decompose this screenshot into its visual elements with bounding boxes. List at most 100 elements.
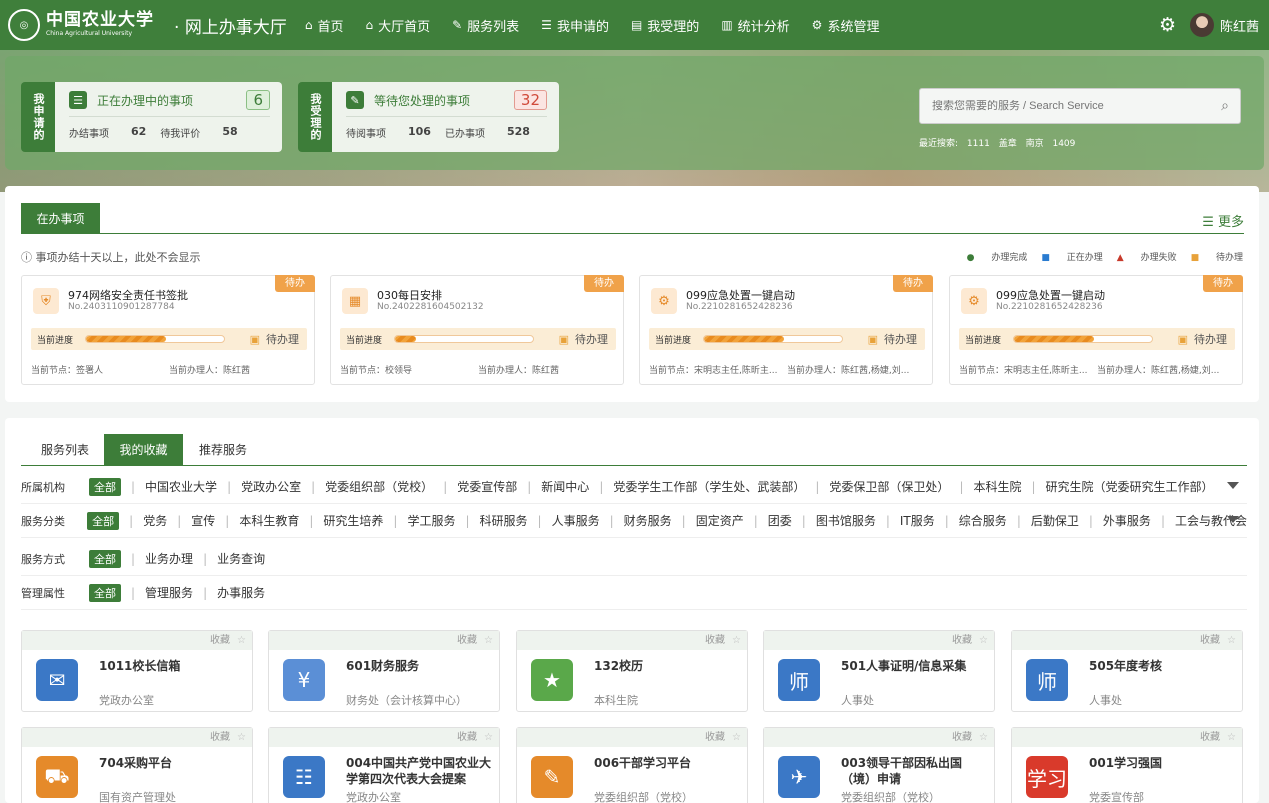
nav-hall-home[interactable]: ⌂ 大厅首页 (365, 16, 430, 35)
filter-option[interactable]: 管理服务 (131, 584, 193, 601)
tab-my-favorites[interactable]: 我的收藏 (104, 434, 183, 465)
recent-search-item[interactable]: 1111 (967, 139, 990, 149)
filter-option[interactable]: 党委学生工作部（学生处、武装部） (599, 478, 805, 495)
filter-option[interactable]: 综合服务 (945, 512, 1007, 529)
filter-option[interactable]: 党委组织部（党校） (311, 478, 433, 495)
service-card[interactable]: 收藏 ✎ 006干部学习平台党委组织部（党校） (516, 727, 748, 803)
task-card[interactable]: 待办 ⛨ 974网络安全责任书签批 No.2403110901287784 当前进度 ▣ 待… (21, 275, 315, 385)
filter-option[interactable]: 党委保卫部（保卫处） (815, 478, 949, 495)
filter-all-chip[interactable]: 全部 (87, 511, 120, 530)
user-name[interactable]: 陈红茜 (1220, 16, 1259, 35)
nav-my-applications[interactable]: ☰ 我申请的 (541, 16, 609, 35)
stat-value[interactable]: 58 (222, 125, 237, 140)
service-card[interactable]: 收藏师 505年度考核人事处 (1011, 630, 1243, 712)
filter-option[interactable]: 后勤保卫 (1017, 512, 1079, 529)
avatar[interactable] (1189, 13, 1214, 37)
recent-label: 最近搜索: (919, 139, 959, 149)
study-icon: ✎ (531, 756, 573, 798)
filter-option[interactable]: 图书馆服务 (802, 512, 876, 529)
recent-search-item[interactable]: 南京 (1026, 139, 1044, 149)
favorite-toggle[interactable]: 收藏 (764, 631, 994, 650)
my-accepted-card[interactable]: 我受理的 ✎ 等待您处理的事项 32 待阅事项 106 已办事项 528 (298, 82, 559, 152)
filter-option[interactable]: 党务 (129, 512, 167, 529)
filter-option[interactable]: 宣传 (177, 512, 215, 529)
progress-label: 当前进度 (965, 335, 1002, 346)
legend-label: 正在办理 (1066, 253, 1103, 263)
stat-label: 办结事项 (69, 129, 109, 140)
favorite-toggle[interactable]: 收藏 (22, 728, 252, 747)
service-card[interactable]: 收藏 ✉ 1011校长信箱党政办公室 (21, 630, 253, 712)
filter-option[interactable]: 业务办理 (131, 550, 193, 567)
filter-option[interactable]: 新闻中心 (527, 478, 589, 495)
expand-arrow-icon[interactable] (1227, 516, 1239, 523)
search-icon[interactable]: ⌕ (1210, 98, 1240, 114)
filter-option[interactable]: 人事服务 (538, 512, 600, 529)
nav-statistics[interactable]: ▥ 统计分析 (721, 16, 789, 35)
current-node: 当前节点：签署人 (31, 366, 104, 376)
filter-option[interactable]: 研究生培养 (309, 512, 383, 529)
service-card[interactable]: 收藏 ☷ 004中国共产党中国农业大学第四次代表大会提案党政办公室 (268, 727, 500, 803)
filter-option[interactable]: 办事服务 (203, 584, 265, 601)
favorite-toggle[interactable]: 收藏 (1012, 728, 1242, 747)
nav-my-accepted[interactable]: ▤ 我受理的 (631, 16, 699, 35)
nav-service-list[interactable]: ✎ 服务列表 (452, 16, 519, 35)
task-card[interactable]: 待办 ▦ 030每日安排 No.2402281604502132 当前进度 ▣ 待办理 当前节… (330, 275, 624, 385)
service-card[interactable]: 收藏 ★ 132校历本科生院 (516, 630, 748, 712)
stat-value[interactable]: 106 (408, 125, 431, 140)
filter-option[interactable]: 业务查询 (203, 550, 265, 567)
university-logo[interactable]: ◎ 中国农业大学 China Agricultural University (8, 0, 154, 50)
tab-service-list[interactable]: 服务列表 (29, 434, 101, 465)
search-input[interactable] (920, 100, 1210, 112)
tab-underline (21, 233, 1244, 234)
filter-option[interactable]: 党政办公室 (227, 478, 301, 495)
service-card[interactable]: 收藏 ✈ 003领导干部因私出国（境）申请党委组织部（党校） (763, 727, 995, 803)
favorite-toggle[interactable]: 收藏 (269, 728, 499, 747)
favorite-toggle[interactable]: 收藏 (517, 728, 747, 747)
task-card[interactable]: 待办 ⚙ 099应急处置一键启动 No.2210281652428236 当前进度 ▣ 待办… (639, 275, 933, 385)
filter-option[interactable]: 外事服务 (1089, 512, 1151, 529)
nav-system-admin[interactable]: ⚙ 系统管理 (812, 16, 880, 35)
tab-in-progress[interactable]: 在办事项 (21, 203, 100, 234)
filter-all-chip[interactable]: 全部 (89, 583, 121, 602)
legend-failed: ▲ 办理失败 (1117, 250, 1177, 263)
filter-option[interactable]: IT服务 (886, 512, 935, 529)
status-label: 待办理 (884, 333, 917, 346)
filter-option[interactable]: 中国农业大学 (131, 478, 217, 495)
filter-option[interactable]: 财务服务 (610, 512, 672, 529)
filter-option[interactable]: 研究生院（党委研究生工作部） (1032, 478, 1214, 495)
filter-all-chip[interactable]: 全部 (89, 549, 121, 568)
filter-option[interactable]: 团委 (754, 512, 792, 529)
favorite-toggle[interactable]: 收藏 (517, 631, 747, 650)
service-card[interactable]: 收藏学习 001学习强国党委宣传部 (1011, 727, 1243, 803)
filter-option[interactable]: 党委宣传部 (443, 478, 517, 495)
settings-gear-icon[interactable]: ⚙ (1159, 14, 1176, 36)
more-label: 更多 (1217, 215, 1244, 230)
favorite-toggle[interactable]: 收藏 (1012, 631, 1242, 650)
more-link[interactable]: ☰ 更多 (1202, 211, 1244, 230)
stat-value[interactable]: 528 (507, 125, 530, 140)
system-title-text: 网上办事大厅 (184, 17, 287, 38)
recent-search-item[interactable]: 1409 (1052, 139, 1075, 149)
tab-recommended[interactable]: 推荐服务 (187, 434, 259, 465)
expand-arrow-icon[interactable] (1227, 482, 1239, 489)
filter-option[interactable]: 学工服务 (393, 512, 455, 529)
filter-option[interactable]: 本科生教育 (225, 512, 299, 529)
mailbox-icon: ✉ (36, 659, 78, 701)
service-card[interactable]: 收藏 ⛟ 704采购平台国有资产管理处 (21, 727, 253, 803)
filter-all-chip[interactable]: 全部 (89, 477, 121, 496)
my-applications-card[interactable]: 我申请的 ☰ 正在办理中的事项 6 办结事项 62 待我评价 58 (21, 82, 282, 152)
stat-value[interactable]: 62 (131, 125, 146, 140)
filter-label: 管理属性 (21, 586, 65, 600)
service-card[interactable]: 收藏师 501人事证明/信息采集人事处 (763, 630, 995, 712)
filter-option[interactable]: 固定资产 (682, 512, 744, 529)
filter-option[interactable]: 科研服务 (465, 512, 528, 529)
service-card[interactable]: 收藏 ¥601财务服务财务处（会计核算中心） (268, 630, 500, 712)
filter-option[interactable]: 本科生院 (959, 478, 1021, 495)
favorite-toggle[interactable]: 收藏 (764, 728, 994, 747)
favorite-toggle[interactable]: 收藏 (22, 631, 252, 650)
recent-search-item[interactable]: 盖章 (999, 139, 1017, 149)
task-card[interactable]: 待办 ⚙ 099应急处置一键启动 No.2210281652428236 当前进度 ▣ 待办… (949, 275, 1243, 385)
favorite-toggle[interactable]: 收藏 (269, 631, 499, 650)
nav-home[interactable]: ⌂ 首页 (305, 16, 344, 35)
current-node: 当前节点：宋明志主任,陈昕主... (649, 366, 778, 376)
